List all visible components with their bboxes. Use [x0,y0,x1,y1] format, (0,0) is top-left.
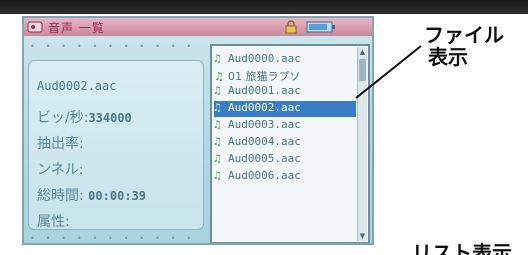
callout-file-display-line1: ファイル [424,23,504,47]
callout-list-display: リスト表示 [412,241,512,255]
callout-file-display: ファイル 表示 [424,24,504,68]
callout-file-display-line2: 表示 [428,45,468,69]
